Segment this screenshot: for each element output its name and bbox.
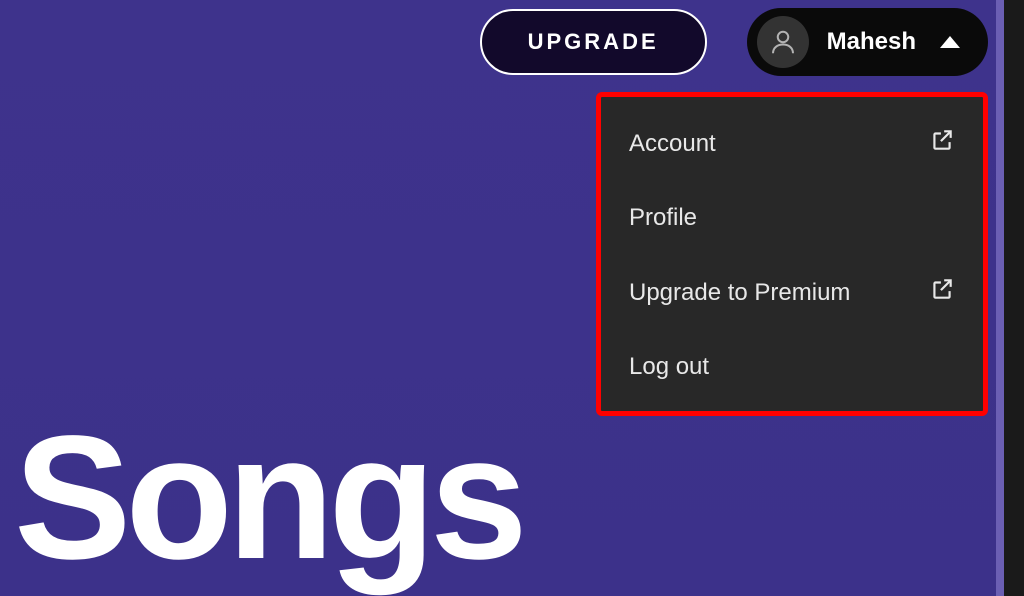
upgrade-label: UPGRADE xyxy=(528,29,659,54)
menu-item-upgrade-premium[interactable]: Upgrade to Premium xyxy=(601,254,983,331)
menu-item-logout[interactable]: Log out xyxy=(601,331,983,403)
scrollbar-accent xyxy=(996,0,1004,596)
upgrade-button[interactable]: UPGRADE xyxy=(480,9,707,75)
external-link-icon xyxy=(929,127,955,160)
user-name: Mahesh xyxy=(827,28,916,56)
menu-item-profile[interactable]: Profile xyxy=(601,182,983,254)
external-link-icon xyxy=(929,276,955,309)
scrollbar-track[interactable] xyxy=(1004,0,1024,596)
menu-item-label: Upgrade to Premium xyxy=(629,279,850,307)
caret-up-icon xyxy=(940,36,960,48)
page-title: Songs xyxy=(14,410,522,586)
person-icon xyxy=(768,27,798,57)
user-menu-button[interactable]: Mahesh xyxy=(747,8,988,76)
header-bar: UPGRADE Mahesh xyxy=(480,8,988,76)
menu-item-label: Account xyxy=(629,130,716,158)
menu-item-account[interactable]: Account xyxy=(601,105,983,182)
menu-item-label: Log out xyxy=(629,353,709,381)
avatar xyxy=(757,16,809,68)
user-dropdown-menu: Account Profile Upgrade to Premium Log o… xyxy=(596,92,988,416)
menu-item-label: Profile xyxy=(629,204,697,232)
